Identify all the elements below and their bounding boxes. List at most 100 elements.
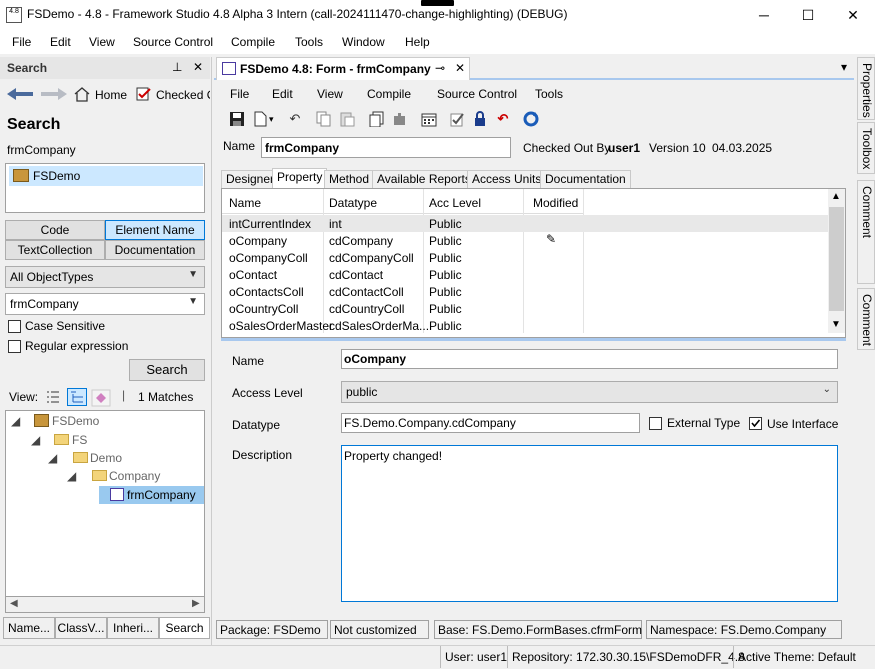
- cell-name[interactable]: oCompanyColl: [229, 251, 308, 265]
- doc-menu-edit[interactable]: Edit: [272, 87, 293, 101]
- access-level-select[interactable]: public ⌄: [341, 381, 838, 403]
- doc-menu-source-control[interactable]: Source Control: [437, 87, 517, 101]
- scope-item[interactable]: FSDemo: [9, 166, 203, 186]
- forward-icon[interactable]: [40, 86, 68, 102]
- pin-icon[interactable]: ⊸: [435, 61, 445, 75]
- undo-icon[interactable]: ↶: [287, 111, 303, 127]
- tree-view-icon[interactable]: [67, 388, 87, 406]
- expand-icon[interactable]: ◢: [11, 414, 20, 428]
- scroll-up-icon[interactable]: ▲: [831, 191, 841, 202]
- side-tab-comment[interactable]: Comment: [857, 288, 875, 350]
- cell-name[interactable]: oContact: [229, 268, 277, 282]
- object-types-select[interactable]: All ObjectTypes ▼: [5, 266, 205, 288]
- doc-menu-tools[interactable]: Tools: [535, 87, 563, 101]
- list-view-icon[interactable]: [45, 389, 61, 405]
- search-button[interactable]: Search: [129, 359, 205, 381]
- lock-icon[interactable]: [472, 111, 488, 127]
- tree-node-fs[interactable]: FS: [72, 433, 87, 447]
- checked-out-icon[interactable]: [135, 86, 153, 102]
- tree-node-demo[interactable]: Demo: [90, 451, 122, 465]
- scroll-right-icon[interactable]: ▶: [192, 598, 200, 609]
- description-textarea[interactable]: Property changed!: [341, 445, 838, 602]
- scroll-down-icon[interactable]: ▼: [831, 319, 841, 330]
- copy-icon[interactable]: [316, 111, 332, 127]
- menu-window[interactable]: Window: [342, 35, 385, 49]
- case-sensitive-checkbox[interactable]: [8, 320, 21, 333]
- tab-designer[interactable]: Designer: [221, 170, 280, 188]
- paste-icon[interactable]: [339, 111, 355, 127]
- doc-menu-file[interactable]: File: [230, 87, 249, 101]
- use-interface-checkbox[interactable]: [749, 417, 762, 430]
- calendar-icon[interactable]: [421, 111, 437, 127]
- tab-documentation[interactable]: Documentation: [540, 170, 631, 188]
- cell-name[interactable]: intCurrentIndex: [229, 217, 311, 231]
- search-text-combo[interactable]: frmCompany ▼: [5, 293, 205, 315]
- expand-icon[interactable]: ◢: [31, 433, 40, 447]
- splitter[interactable]: [221, 338, 846, 341]
- drag-handle[interactable]: [421, 0, 454, 6]
- close-icon[interactable]: ✕: [455, 61, 465, 75]
- scope-code-button[interactable]: Code: [5, 220, 105, 240]
- duplicate-icon[interactable]: [369, 111, 385, 128]
- property-name-input[interactable]: oCompany: [341, 349, 838, 369]
- home-icon[interactable]: [73, 86, 91, 102]
- menu-edit[interactable]: Edit: [50, 35, 71, 49]
- plugin-icon[interactable]: [391, 111, 407, 127]
- col-name[interactable]: Name: [229, 196, 261, 210]
- tab-search[interactable]: Search: [159, 617, 210, 639]
- scope-textcollection-button[interactable]: TextCollection: [5, 240, 105, 260]
- scope-element-name-button[interactable]: Element Name: [105, 220, 205, 240]
- regex-checkbox[interactable]: [8, 340, 21, 353]
- pin-icon[interactable]: ⊥: [172, 60, 182, 74]
- revert-icon[interactable]: ↶: [495, 111, 511, 127]
- doc-menu-compile[interactable]: Compile: [367, 87, 411, 101]
- checked-out-link[interactable]: Checked O: [156, 88, 210, 102]
- menu-file[interactable]: File: [12, 35, 31, 49]
- cell-name[interactable]: oCountryColl: [229, 302, 298, 316]
- chevron-down-icon[interactable]: ▾: [269, 114, 274, 125]
- scroll-thumb[interactable]: [829, 207, 844, 311]
- col-modified[interactable]: Modified: [533, 196, 578, 210]
- datatype-input[interactable]: FS.Demo.Company.cdCompany: [341, 413, 640, 433]
- external-type-checkbox[interactable]: [649, 417, 662, 430]
- tab-overflow-icon[interactable]: ▾: [841, 60, 847, 74]
- tree-node-company[interactable]: Company: [109, 469, 160, 483]
- tab-access-units[interactable]: Access Units: [467, 170, 547, 188]
- form-name-input[interactable]: frmCompany: [261, 137, 511, 158]
- doc-menu-view[interactable]: View: [317, 87, 343, 101]
- col-datatype[interactable]: Datatype: [329, 196, 377, 210]
- maximize-button[interactable]: ☐: [786, 0, 830, 30]
- tab-property[interactable]: Property: [272, 168, 328, 188]
- expand-icon[interactable]: ◢: [48, 451, 57, 465]
- cell-name[interactable]: oContactsColl: [229, 285, 304, 299]
- save-icon[interactable]: [229, 111, 245, 127]
- back-icon[interactable]: [6, 86, 34, 102]
- minimize-button[interactable]: ─: [742, 0, 786, 30]
- tab-classview[interactable]: ClassV...: [55, 617, 107, 639]
- home-link[interactable]: Home: [95, 88, 127, 102]
- horizontal-scrollbar[interactable]: ◀ ▶: [5, 596, 205, 613]
- scope-list[interactable]: FSDemo: [5, 163, 205, 213]
- check-in-icon[interactable]: [449, 111, 465, 127]
- expand-icon[interactable]: ◢: [67, 469, 76, 483]
- menu-view[interactable]: View: [89, 35, 115, 49]
- hierarchy-view-icon[interactable]: [91, 389, 111, 407]
- cell-name[interactable]: oSalesOrderMaster: [229, 319, 333, 333]
- grid-scrollbar[interactable]: ▲ ▼: [828, 189, 845, 333]
- new-icon[interactable]: [252, 111, 268, 127]
- side-tab-properties[interactable]: Properties: [857, 57, 875, 120]
- tree-node-fsdemo[interactable]: FSDemo: [52, 414, 99, 428]
- menu-help[interactable]: Help: [405, 35, 430, 49]
- tab-method[interactable]: Method: [324, 170, 375, 188]
- menu-source-control[interactable]: Source Control: [133, 35, 213, 49]
- menu-compile[interactable]: Compile: [231, 35, 275, 49]
- tab-inheritance[interactable]: Inheri...: [107, 617, 159, 639]
- close-button[interactable]: ✕: [831, 0, 875, 30]
- menu-tools[interactable]: Tools: [295, 35, 323, 49]
- side-tab-check-in-comment[interactable]: Check In Comment: [857, 180, 875, 284]
- document-tab[interactable]: FSDemo 4.8: Form - frmCompany ⊸ ✕: [216, 57, 470, 80]
- tab-available-reports[interactable]: Available Reports: [372, 170, 476, 188]
- tab-name[interactable]: Name...: [3, 617, 55, 639]
- side-tab-toolbox[interactable]: Toolbox: [857, 122, 875, 174]
- refresh-icon[interactable]: [523, 111, 539, 127]
